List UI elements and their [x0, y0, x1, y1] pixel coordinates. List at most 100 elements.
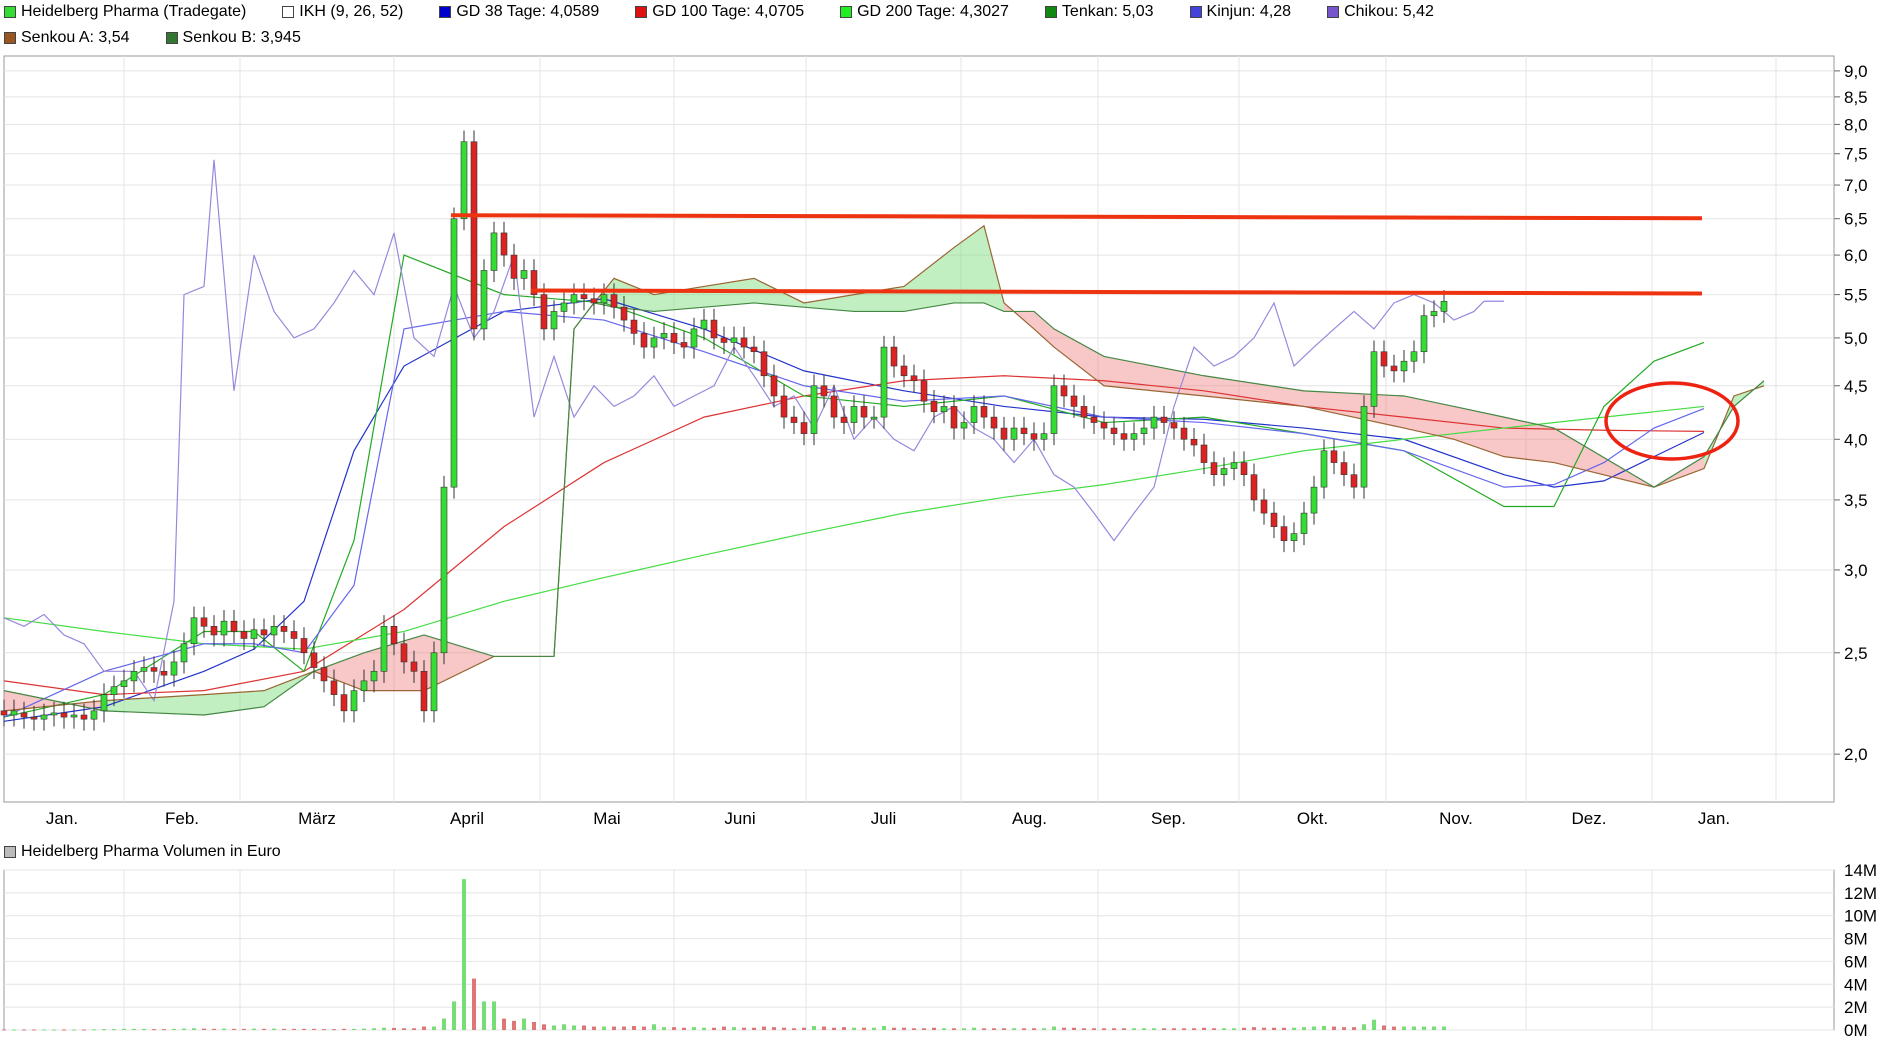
candle-body — [1370, 351, 1378, 407]
volume-bar — [1292, 1027, 1296, 1030]
volume-bar — [162, 1029, 166, 1031]
volume-y-tick-label: 12M — [1844, 884, 1877, 903]
volume-y-tick-label: 4M — [1844, 975, 1868, 994]
candle-body — [450, 218, 458, 488]
candle-body — [490, 232, 498, 271]
volume-bar — [582, 1025, 586, 1030]
volume-bar — [922, 1028, 926, 1030]
candle-body — [1410, 351, 1418, 362]
candle-body — [1240, 462, 1248, 475]
volume-bar — [152, 1029, 156, 1031]
volume-bar — [1072, 1027, 1076, 1030]
volume-bar — [72, 1029, 76, 1031]
volume-bar — [102, 1029, 106, 1031]
volume-bar — [1342, 1027, 1346, 1030]
candle-body — [350, 690, 358, 712]
volume-bar — [272, 1028, 276, 1030]
candle-body — [100, 694, 108, 712]
series-line — [3, 405, 1705, 650]
candle-body — [1260, 499, 1268, 514]
candle-body — [1020, 427, 1028, 434]
ichimoku-cloud-segment — [904, 247, 954, 312]
ichimoku-cloud-segment — [1204, 375, 1304, 407]
candle-body — [430, 652, 438, 712]
volume-bar — [902, 1027, 906, 1030]
candle-body — [1060, 385, 1068, 397]
volume-bar — [462, 879, 466, 1030]
y-tick-label: 8,5 — [1844, 88, 1868, 107]
volume-bar — [132, 1028, 136, 1030]
candle-body — [340, 694, 348, 712]
candle-body — [590, 298, 598, 304]
volume-bar — [882, 1026, 886, 1030]
x-tick-label: Jan. — [1698, 809, 1730, 828]
candle-body — [1100, 422, 1108, 429]
volume-bar — [322, 1029, 326, 1031]
volume-bar — [722, 1026, 726, 1030]
volume-bar — [692, 1027, 696, 1030]
volume-bar — [702, 1027, 706, 1030]
volume-bar — [392, 1027, 396, 1030]
volume-bar — [1382, 1025, 1386, 1030]
candle-body — [870, 416, 878, 420]
volume-bar — [682, 1027, 686, 1030]
candle-body — [700, 319, 708, 330]
candle-body — [90, 710, 98, 720]
candle-body — [640, 333, 648, 348]
volume-bar — [182, 1028, 186, 1030]
volume-bar — [1102, 1028, 1106, 1030]
candle-body — [1220, 468, 1228, 475]
volume-bar — [612, 1026, 616, 1030]
resistance-line — [450, 213, 1703, 221]
candle-body — [140, 667, 148, 672]
candle-body — [1250, 474, 1258, 501]
ichimoku-cloud-segment — [614, 278, 654, 312]
volume-bar — [432, 1026, 436, 1030]
candle-body — [570, 294, 578, 304]
volume-bar — [422, 1026, 426, 1030]
candle-body — [150, 667, 158, 672]
volume-bar — [1402, 1026, 1406, 1030]
volume-bar — [262, 1028, 266, 1030]
volume-bar — [362, 1028, 366, 1030]
candle-body — [1140, 427, 1148, 434]
candle-body — [1190, 438, 1198, 446]
candle-body — [660, 333, 668, 339]
volume-bar — [1092, 1028, 1096, 1030]
volume-bar — [1062, 1027, 1066, 1030]
price-volume-chart: 9,0 8,5 8,0 7,5 7,0 6,5 6,0 5,5 5,0 4,5 4,0 3,5 3,0 2… — [0, 55, 1877, 1037]
candle-body — [970, 406, 978, 423]
volume-bar — [632, 1026, 636, 1030]
candle-body — [240, 631, 248, 639]
candle-body — [760, 351, 768, 377]
candle-body — [990, 416, 998, 429]
candle-body — [1170, 422, 1178, 429]
candle-body — [1380, 351, 1388, 367]
candle-body — [710, 319, 718, 339]
volume-bar — [1192, 1028, 1196, 1030]
volume-bar — [142, 1028, 146, 1030]
volume-bar — [252, 1028, 256, 1030]
volume-bar — [662, 1027, 666, 1030]
y-tick-label: 2,0 — [1844, 745, 1868, 764]
candle-body — [270, 626, 278, 636]
candle-body — [300, 638, 308, 654]
volume-bar — [202, 1028, 206, 1030]
candle-body — [520, 270, 528, 279]
candle-body — [1120, 433, 1128, 440]
legend-swatch — [4, 846, 16, 858]
volume-bar — [892, 1027, 896, 1030]
candle-body — [1390, 365, 1398, 372]
candle-body — [1180, 427, 1188, 440]
volume-bar — [212, 1028, 216, 1030]
candle-body — [50, 712, 58, 716]
candle-body — [1400, 360, 1408, 372]
volume-bar — [1282, 1027, 1286, 1030]
x-tick-label: Juli — [871, 809, 897, 828]
volume-bar — [1212, 1028, 1216, 1030]
volume-bar — [1412, 1026, 1416, 1030]
candle-body — [540, 294, 548, 330]
x-tick-label: Aug. — [1012, 809, 1047, 828]
candle-body — [80, 714, 88, 720]
volume-bar — [1232, 1028, 1236, 1030]
